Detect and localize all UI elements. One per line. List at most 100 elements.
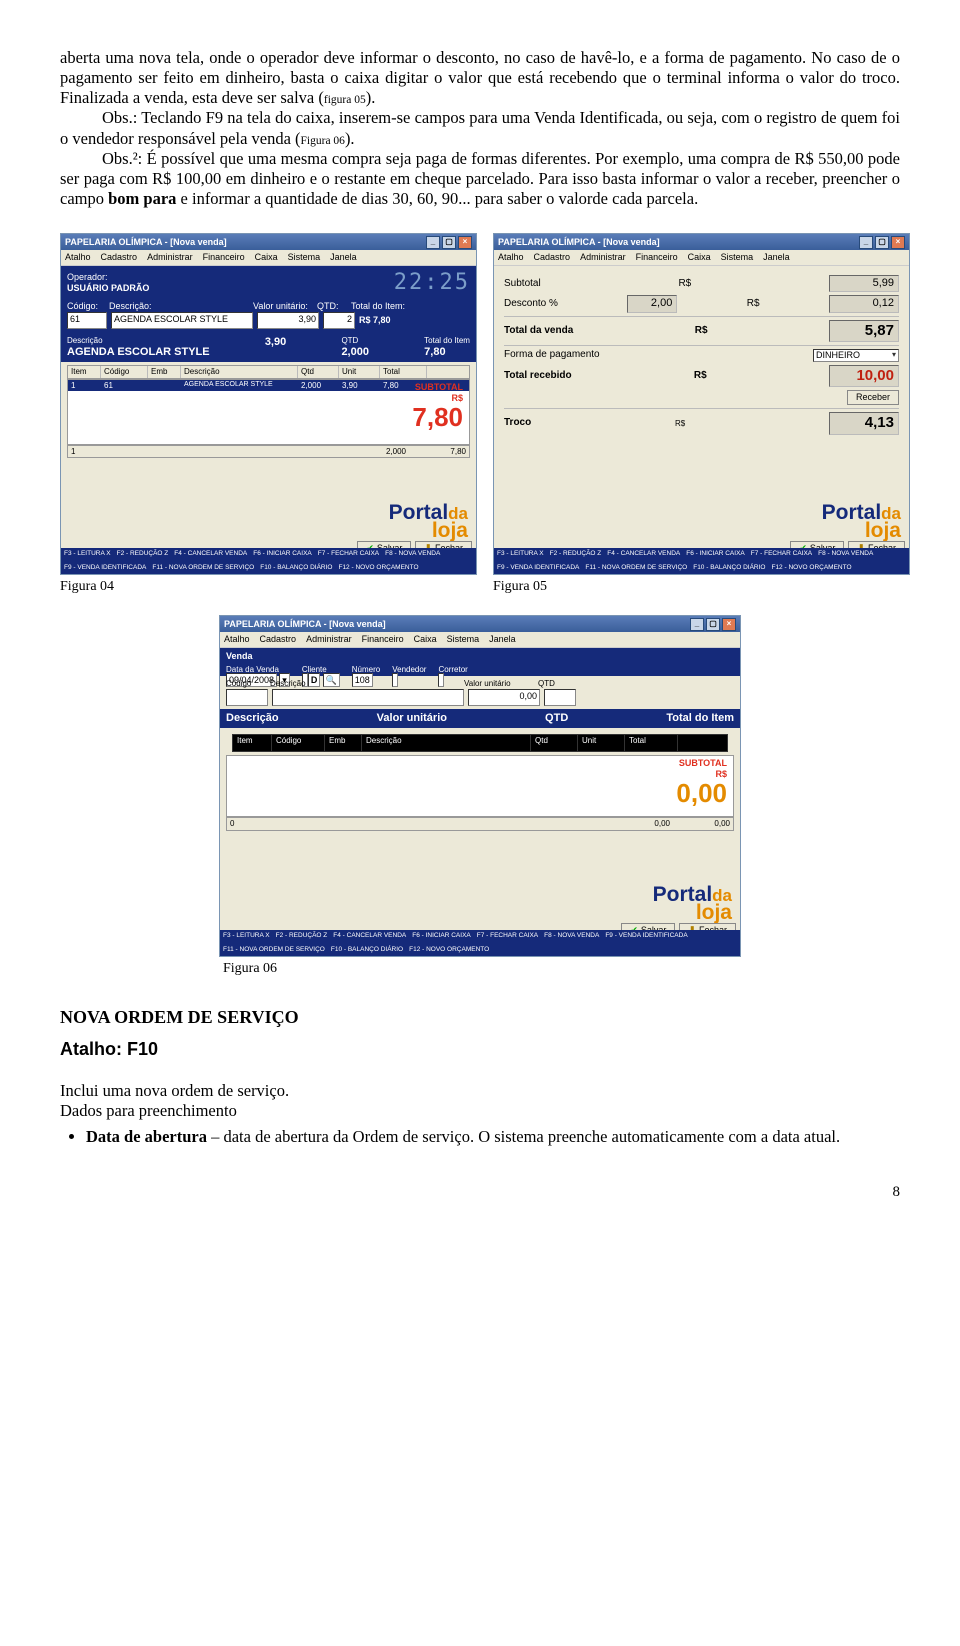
- recebido-label: Total recebido: [504, 370, 572, 382]
- window-title: PAPELARIA OLÍMPICA - [Nova venda]: [498, 237, 660, 248]
- menu-financeiro[interactable]: Financeiro: [362, 634, 404, 645]
- menu-sistema[interactable]: Sistema: [288, 252, 321, 263]
- menu-administrar[interactable]: Administrar: [306, 634, 352, 645]
- operador-value: USUÁRIO PADRÃO: [67, 283, 149, 293]
- subtotal-label: Subtotal: [504, 278, 541, 290]
- in-codigo[interactable]: 61: [67, 312, 107, 329]
- big-tot-value: 7,80: [424, 346, 445, 358]
- menu-caixa[interactable]: Caixa: [414, 634, 437, 645]
- close-button[interactable]: ×: [891, 236, 905, 249]
- payment-panel: Subtotal R$ 5,99 Desconto % 2,00 R$ 0,12…: [494, 266, 909, 444]
- line-inclui: Inclui uma nova ordem de serviço.: [60, 1081, 900, 1101]
- forma-label: Forma de pagamento: [504, 349, 600, 361]
- big-tot-label: Total do Item: [424, 336, 470, 346]
- menu-janela[interactable]: Janela: [330, 252, 357, 263]
- subtotal-value: 5,99: [829, 275, 899, 292]
- caption-05: Figura 05: [493, 578, 910, 595]
- big-desc-bar: Descrição AGENDA ESCOLAR STYLE 3,90 QTD …: [61, 333, 476, 362]
- menu-administrar[interactable]: Administrar: [580, 252, 626, 263]
- portal-logo: Portaldaloja: [389, 504, 468, 540]
- big-qtd-value: 2,000: [341, 346, 369, 358]
- minimize-button[interactable]: _: [690, 618, 704, 631]
- screenshot-05: PAPELARIA OLÍMPICA - [Nova venda] _ ▢ × …: [493, 233, 910, 575]
- desconto-pct[interactable]: 2,00: [627, 295, 677, 312]
- recebido-value[interactable]: 10,00: [829, 365, 899, 387]
- grid-header: Item Código Emb Descrição Qtd Unit Total: [232, 734, 728, 752]
- rs: R$: [747, 298, 760, 310]
- figure-04: PAPELARIA OLÍMPICA - [Nova venda] _ ▢ × …: [60, 233, 477, 595]
- col-codigo: Código:: [67, 301, 105, 312]
- total-label: Total da venda: [504, 325, 573, 337]
- figure-06-row: PAPELARIA OLÍMPICA - [Nova venda] _ ▢ × …: [60, 605, 900, 977]
- grid-body: 1 61 AGENDA ESCOLAR STYLE 2,000 3,90 7,8…: [67, 379, 470, 445]
- desconto-value: 0,12: [829, 295, 899, 312]
- menu-financeiro[interactable]: Financeiro: [203, 252, 245, 263]
- maximize-button[interactable]: ▢: [442, 236, 456, 249]
- in-valor[interactable]: 3,90: [257, 312, 319, 329]
- bullet-data-abertura: Data de abertura – data de abertura da O…: [86, 1127, 900, 1147]
- descricao-input[interactable]: [272, 689, 464, 706]
- venda-header: Venda Data da Venda09/04/2008 ▾ Cliente …: [220, 648, 740, 676]
- total-value: 5,87: [829, 320, 899, 342]
- menu-atalho[interactable]: Atalho: [224, 634, 250, 645]
- big-desc-value: AGENDA ESCOLAR STYLE: [67, 346, 210, 358]
- menu-atalho[interactable]: Atalho: [65, 252, 91, 263]
- rs: R$: [695, 325, 708, 337]
- maximize-button[interactable]: ▢: [875, 236, 889, 249]
- bullets: Data de abertura – data de abertura da O…: [64, 1127, 900, 1147]
- figures-row-04-05: PAPELARIA OLÍMPICA - [Nova venda] _ ▢ × …: [60, 233, 900, 595]
- menu-bar: Atalho Cadastro Administrar Financeiro C…: [494, 250, 909, 266]
- minimize-button[interactable]: _: [426, 236, 440, 249]
- menu-caixa[interactable]: Caixa: [255, 252, 278, 263]
- menu-bar: Atalho Cadastro Administrar Financeiro C…: [61, 250, 476, 266]
- menu-administrar[interactable]: Administrar: [147, 252, 193, 263]
- window-buttons: _ ▢ ×: [426, 236, 472, 249]
- close-button[interactable]: ×: [722, 618, 736, 631]
- rs: R$: [678, 278, 691, 290]
- paragraph-obs2: Obs.²: É possível que uma mesma compra s…: [60, 149, 900, 209]
- receber-button[interactable]: Receber: [847, 390, 899, 405]
- valor-input[interactable]: 0,00: [468, 689, 540, 706]
- menu-atalho[interactable]: Atalho: [498, 252, 524, 263]
- menu-janela[interactable]: Janela: [489, 634, 516, 645]
- big-desc-label: Descrição: [67, 336, 210, 346]
- close-button[interactable]: ×: [458, 236, 472, 249]
- col-valor: Valor unitário:: [253, 301, 313, 312]
- col-qtd: QTD:: [317, 301, 347, 312]
- atalho-line: Atalho: F10: [60, 1039, 900, 1061]
- troco-value: 4,13: [829, 412, 899, 434]
- screenshot-06: PAPELARIA OLÍMPICA - [Nova venda] _ ▢ × …: [219, 615, 741, 957]
- screenshot-04: PAPELARIA OLÍMPICA - [Nova venda] _ ▢ × …: [60, 233, 477, 575]
- troco-label: Troco: [504, 417, 531, 429]
- big-bar: Descrição Valor unitário QTD Total do It…: [220, 709, 740, 728]
- fkeys-bar: F3 - LEITURA XF2 - REDUÇÃO ZF4 - CANCELA…: [61, 548, 476, 574]
- big-unit: 3,90: [265, 336, 286, 359]
- figure-05: PAPELARIA OLÍMPICA - [Nova venda] _ ▢ × …: [493, 233, 910, 595]
- window-title: PAPELARIA OLÍMPICA - [Nova venda]: [65, 237, 227, 248]
- in-qtd[interactable]: 2: [323, 312, 355, 329]
- forma-combo[interactable]: DINHEIRO: [813, 349, 899, 362]
- operador-label: Operador:: [67, 272, 108, 282]
- qtd-input[interactable]: [544, 689, 576, 706]
- menu-cadastro[interactable]: Cadastro: [260, 634, 297, 645]
- menu-caixa[interactable]: Caixa: [688, 252, 711, 263]
- caption-04: Figura 04: [60, 578, 477, 595]
- in-descricao[interactable]: AGENDA ESCOLAR STYLE: [111, 312, 253, 329]
- desconto-label: Desconto %: [504, 298, 558, 310]
- codigo-input[interactable]: [226, 689, 268, 706]
- minimize-button[interactable]: _: [859, 236, 873, 249]
- caption-06: Figura 06: [223, 960, 741, 977]
- maximize-button[interactable]: ▢: [706, 618, 720, 631]
- window-title: PAPELARIA OLÍMPICA - [Nova venda]: [224, 619, 386, 630]
- grid-header: Item Código Emb Descrição Qtd Unit Total: [67, 365, 470, 379]
- menu-financeiro[interactable]: Financeiro: [636, 252, 678, 263]
- grid-body: SUBTOTALR$ 0,00: [226, 755, 734, 817]
- menu-cadastro[interactable]: Cadastro: [101, 252, 138, 263]
- titlebar: PAPELARIA OLÍMPICA - [Nova venda] _ ▢ ×: [494, 234, 909, 250]
- menu-cadastro[interactable]: Cadastro: [534, 252, 571, 263]
- portal-logo: Portaldaloja: [822, 504, 901, 540]
- menu-janela[interactable]: Janela: [763, 252, 790, 263]
- menu-sistema[interactable]: Sistema: [721, 252, 754, 263]
- page-number: 8: [60, 1183, 900, 1201]
- menu-sistema[interactable]: Sistema: [447, 634, 480, 645]
